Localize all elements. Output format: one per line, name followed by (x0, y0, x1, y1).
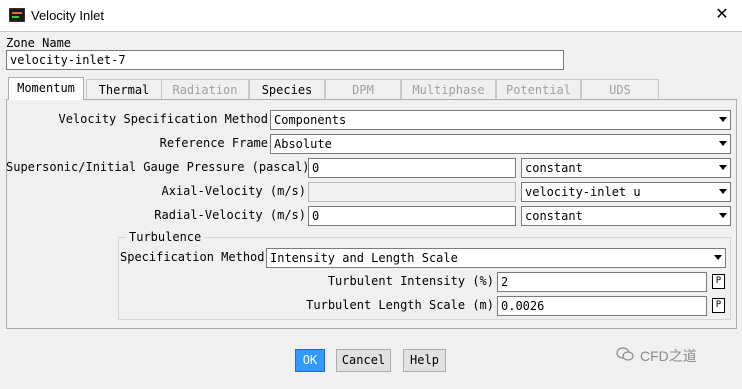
title-bar (0, 0, 742, 31)
radial-velocity-option-value: constant (525, 209, 583, 223)
help-button[interactable]: Help (403, 349, 446, 372)
tab-momentum[interactable]: Momentum (8, 77, 84, 100)
tab-radiation: Radiation (161, 79, 249, 99)
window-title: Velocity Inlet (31, 8, 104, 23)
turbulence-spec-method-value: Intensity and Length Scale (270, 251, 458, 265)
turbulent-length-scale-input[interactable]: 0.0026 (497, 296, 707, 316)
velocity-spec-method-dropdown[interactable]: Components (270, 110, 731, 130)
velocity-spec-method-value: Components (274, 113, 347, 127)
reference-frame-label: Reference Frame (159, 136, 268, 150)
tab-thermal[interactable]: Thermal (86, 79, 162, 99)
zone-name-label: Zone Name (6, 36, 72, 50)
parameter-button[interactable]: P (712, 274, 725, 289)
chevron-down-icon (719, 213, 727, 218)
turbulent-intensity-label: Turbulent Intensity (%) (327, 274, 494, 288)
close-button[interactable]: ✕ (708, 4, 736, 26)
axial-velocity-input (308, 182, 516, 202)
gauge-pressure-label: Supersonic/Initial Gauge Pressure (pasca… (6, 160, 310, 174)
zone-name-input[interactable]: velocity-inlet-7 (6, 50, 564, 70)
gauge-pressure-option-dropdown[interactable]: constant (521, 158, 731, 178)
radial-velocity-input[interactable]: 0 (308, 206, 516, 226)
velocity-spec-method-label: Velocity Specification Method (58, 112, 268, 126)
reference-frame-dropdown[interactable]: Absolute (270, 134, 731, 154)
radial-velocity-option-dropdown[interactable]: constant (521, 206, 731, 226)
watermark-text: CFD之道 (640, 348, 697, 364)
axial-velocity-option-value: velocity-inlet u (525, 185, 641, 199)
turbulence-spec-method-label: Specification Method (120, 250, 265, 264)
turbulence-group-title: Turbulence (126, 230, 205, 244)
ok-button[interactable]: OK (295, 349, 325, 372)
tab-species[interactable]: Species (249, 79, 325, 99)
gauge-pressure-input[interactable]: 0 (308, 158, 516, 178)
tab-potential: Potential (496, 79, 581, 99)
cancel-button[interactable]: Cancel (336, 349, 391, 372)
tab-dpm: DPM (325, 79, 401, 99)
tab-multiphase: Multiphase (401, 79, 496, 99)
tab-uds: UDS (581, 79, 659, 99)
parameter-button[interactable]: P (712, 298, 725, 313)
turbulent-length-scale-label: Turbulent Length Scale (m) (306, 298, 494, 312)
wechat-icon (616, 347, 634, 361)
chevron-down-icon (714, 255, 722, 260)
chevron-down-icon (719, 141, 727, 146)
gauge-pressure-option-value: constant (525, 161, 583, 175)
reference-frame-value: Absolute (274, 137, 332, 151)
axial-velocity-label: Axial-Velocity (m/s) (161, 184, 307, 198)
chevron-down-icon (719, 189, 727, 194)
turbulent-intensity-input[interactable]: 2 (497, 272, 707, 292)
chevron-down-icon (719, 165, 727, 170)
chevron-down-icon (719, 117, 727, 122)
fluent-app-icon (9, 8, 25, 22)
axial-velocity-option-dropdown[interactable]: velocity-inlet u (521, 182, 731, 202)
turbulence-spec-method-dropdown[interactable]: Intensity and Length Scale (266, 248, 726, 268)
radial-velocity-label: Radial-Velocity (m/s) (154, 208, 306, 222)
